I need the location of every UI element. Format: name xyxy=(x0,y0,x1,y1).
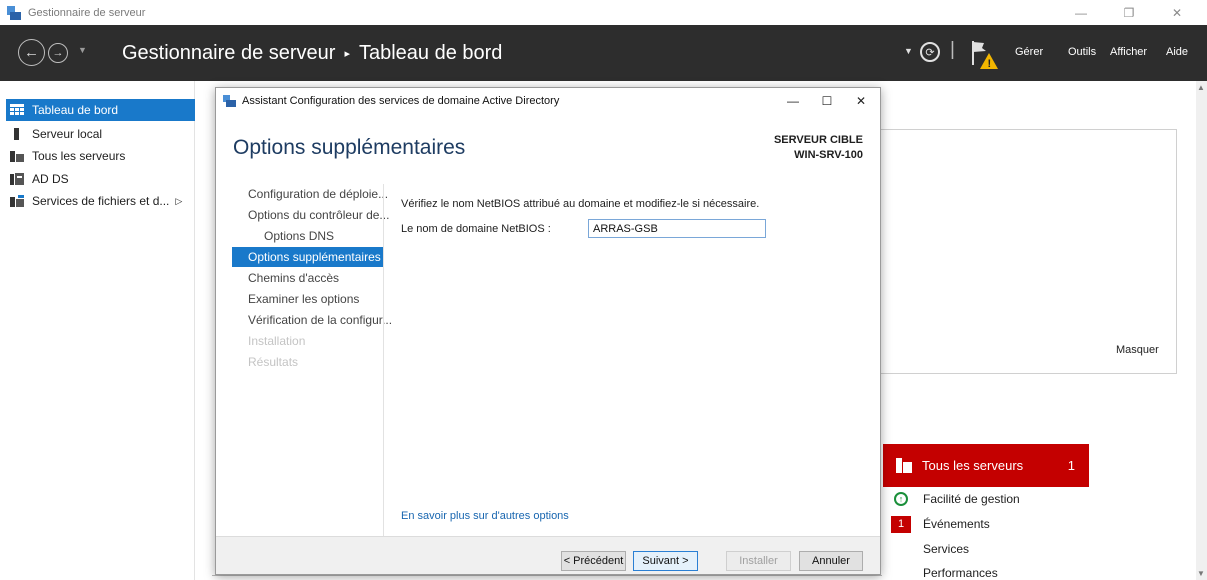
tile-header[interactable]: Tous les serveurs 1 xyxy=(883,444,1089,487)
history-dropdown-icon[interactable]: ▼ xyxy=(78,45,87,55)
sidebar-item-label: Tous les serveurs xyxy=(32,149,126,163)
refresh-icon[interactable]: ⟳ xyxy=(920,42,940,62)
minimize-button[interactable]: — xyxy=(1063,0,1099,25)
menu-help[interactable]: Aide xyxy=(1166,46,1188,58)
refresh-dropdown-icon[interactable]: ▼ xyxy=(904,46,913,56)
window-title-bar: Gestionnaire de serveur xyxy=(0,0,1207,25)
server-icon xyxy=(10,128,24,140)
previous-button[interactable]: < Précédent xyxy=(561,551,626,571)
servers-icon xyxy=(896,458,912,473)
events-badge: 1 xyxy=(891,516,911,533)
scroll-down-icon[interactable]: ▼ xyxy=(1197,569,1205,578)
step-dc-options[interactable]: Options du contrôleur de... xyxy=(248,205,389,225)
server-manager-icon xyxy=(6,5,22,21)
step-deployment-config[interactable]: Configuration de déploie... xyxy=(248,184,388,204)
header-divider: | xyxy=(950,39,955,60)
sidebar-item-ad-ds[interactable]: AD DS xyxy=(6,168,195,190)
step-dns-options[interactable]: Options DNS xyxy=(264,226,334,246)
menu-manage[interactable]: Gérer xyxy=(1015,46,1043,58)
tile-count: 1 xyxy=(1067,458,1075,473)
menu-view[interactable]: Afficher xyxy=(1110,46,1147,58)
breadcrumb-page: Tableau de bord xyxy=(358,42,503,64)
dialog-footer: < Précédent Suivant > Installer Annuler xyxy=(216,536,880,574)
next-button[interactable]: Suivant > xyxy=(633,551,698,571)
step-additional-options[interactable]: Options supplémentaires xyxy=(232,247,383,267)
step-prereq-check[interactable]: Vérification de la configur... xyxy=(248,310,392,330)
sidebar: Tableau de bord Serveur local Tous les s… xyxy=(0,81,195,580)
page-title: Options supplémentaires xyxy=(233,136,466,159)
tile-row-manageability[interactable]: Facilité de gestion xyxy=(923,492,1020,506)
target-server-value: WIN-SRV-100 xyxy=(794,149,863,161)
tile-row-performance[interactable]: Performances xyxy=(923,566,998,580)
expand-arrow-icon[interactable]: ▷ xyxy=(175,196,182,207)
netbios-label: Le nom de domaine NetBIOS : xyxy=(401,223,551,235)
netbios-input[interactable] xyxy=(588,219,766,238)
hide-link[interactable]: Masquer xyxy=(1116,344,1159,356)
breadcrumb-separator-icon: ▸ xyxy=(344,48,350,60)
sidebar-item-label: Services de fichiers et d... xyxy=(32,194,170,208)
back-icon[interactable]: ← xyxy=(18,39,45,66)
manageability-ok-icon: ↑ xyxy=(894,492,908,506)
forward-icon[interactable]: → xyxy=(48,43,68,63)
adds-config-wizard: Assistant Configuration des services de … xyxy=(215,87,881,575)
wizard-icon xyxy=(223,94,237,108)
menu-tools[interactable]: Outils xyxy=(1068,46,1096,58)
dialog-close-button[interactable]: ✕ xyxy=(844,88,878,114)
step-installation: Installation xyxy=(248,334,306,348)
window-title: Gestionnaire de serveur xyxy=(28,6,146,19)
close-button[interactable]: ✕ xyxy=(1159,0,1195,25)
dialog-maximize-button[interactable]: ☐ xyxy=(810,88,844,114)
notifications-flag-icon[interactable]: ! xyxy=(970,39,1000,71)
learn-more-link[interactable]: En savoir plus sur d'autres options xyxy=(401,510,569,522)
bottom-table-strip xyxy=(212,575,882,580)
dialog-minimize-button[interactable]: — xyxy=(776,88,810,114)
tile-row-services[interactable]: Services xyxy=(923,542,969,556)
app-header: ← → ▼ Gestionnaire de serveur ▸ Tableau … xyxy=(0,25,1207,81)
restore-button[interactable]: ❐ xyxy=(1111,0,1147,25)
sidebar-item-file-services[interactable]: Services de fichiers et d... ▷ xyxy=(6,190,195,212)
vertical-scrollbar[interactable]: ▲ ▼ xyxy=(1196,81,1207,580)
tile-row-events[interactable]: Événements xyxy=(923,517,990,531)
sidebar-item-all-servers[interactable]: Tous les serveurs xyxy=(6,145,195,167)
svg-text:!: ! xyxy=(988,58,992,70)
install-button: Installer xyxy=(726,551,791,571)
target-server-label: SERVEUR CIBLE xyxy=(773,134,863,146)
step-review-options[interactable]: Examiner les options xyxy=(248,289,359,309)
sidebar-item-dashboard[interactable]: Tableau de bord xyxy=(6,99,195,121)
step-paths[interactable]: Chemins d'accès xyxy=(248,268,339,288)
step-results: Résultats xyxy=(248,355,299,369)
tile-title: Tous les serveurs xyxy=(922,458,1024,473)
sidebar-item-label: Tableau de bord xyxy=(32,103,119,117)
cancel-button[interactable]: Annuler xyxy=(799,551,863,571)
sidebar-item-local-server[interactable]: Serveur local xyxy=(6,123,195,145)
dialog-title: Assistant Configuration des services de … xyxy=(242,95,560,107)
dashboard-icon xyxy=(10,104,24,116)
all-servers-tile[interactable]: Tous les serveurs 1 ↑ Facilité de gestio… xyxy=(883,444,1089,580)
sidebar-item-label: Serveur local xyxy=(32,127,103,141)
scroll-up-icon[interactable]: ▲ xyxy=(1197,83,1205,92)
steps-divider xyxy=(383,184,384,574)
breadcrumb-root: Gestionnaire de serveur xyxy=(122,42,336,64)
welcome-panel xyxy=(880,129,1177,374)
instruction-text: Vérifiez le nom NetBIOS attribué au doma… xyxy=(401,198,760,210)
file-services-icon xyxy=(10,195,24,207)
breadcrumb: Gestionnaire de serveur ▸ Tableau de bor… xyxy=(122,42,502,65)
ad-ds-icon xyxy=(10,173,24,185)
sidebar-item-label: AD DS xyxy=(32,172,69,186)
servers-icon xyxy=(10,150,24,162)
